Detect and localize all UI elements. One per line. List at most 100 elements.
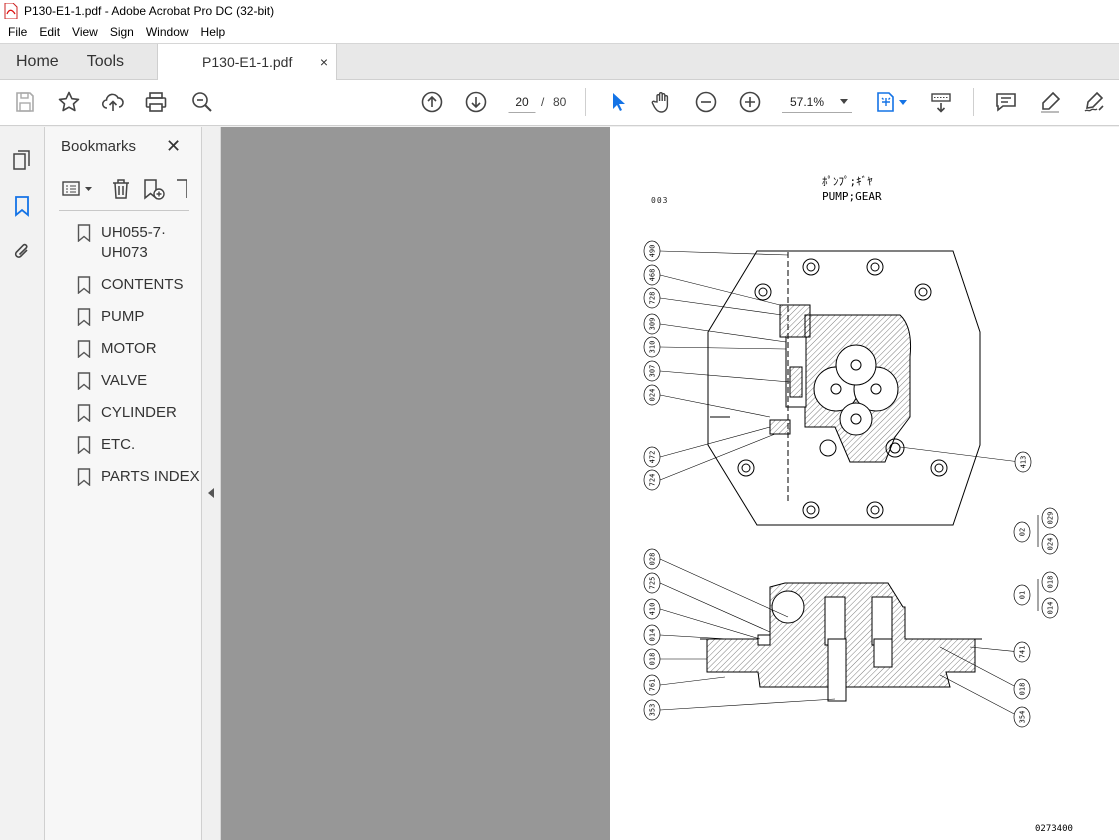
more-tools-icon[interactable] [175, 177, 187, 201]
svg-text:014: 014 [649, 629, 657, 642]
tab-tools[interactable]: Tools [73, 44, 138, 79]
bookmark-label: VALVE [101, 372, 148, 389]
menu-view[interactable]: View [66, 22, 104, 43]
collapse-panel-handle[interactable] [202, 127, 221, 840]
svg-text:725: 725 [649, 577, 657, 590]
bookmark-icon [77, 340, 91, 358]
zoom-level-value: 57.1% [790, 94, 825, 109]
bookmarks-panel: Bookmarks ✕ UH055-7·UH073 CONTENTS PUMP [45, 127, 202, 840]
bookmark-item[interactable]: MOTOR [77, 339, 202, 359]
bookmark-icon [77, 468, 91, 486]
svg-text:413: 413 [1020, 456, 1028, 469]
hand-icon[interactable] [650, 90, 674, 114]
chevron-down-icon[interactable] [899, 100, 907, 106]
star-icon[interactable] [57, 90, 81, 114]
svg-text:307: 307 [649, 365, 657, 378]
svg-text:01: 01 [1019, 591, 1027, 599]
tab-document[interactable]: P130-E1-1.pdf × [157, 44, 338, 80]
acrobat-pdf-icon [4, 3, 18, 19]
callout-group-02: 02 029 024 [1013, 507, 1059, 555]
page-down-icon[interactable] [464, 90, 488, 114]
bookmark-icon [77, 372, 91, 390]
bookmark-label: CONTENTS [101, 276, 184, 293]
tab-home[interactable]: Home [0, 44, 73, 79]
bookmark-item[interactable]: UH055-7· UH073 [77, 223, 202, 263]
print-icon[interactable] [144, 90, 168, 114]
menu-sign[interactable]: Sign [104, 22, 140, 43]
svg-text:02: 02 [1019, 528, 1027, 536]
attachments-icon[interactable] [10, 240, 34, 264]
bookmark-label: UH055-7· UH073 [101, 224, 167, 261]
close-panel-icon[interactable]: ✕ [166, 137, 181, 155]
callouts-right-bottom: 741 018 354 [1013, 641, 1031, 728]
window-title: P130-E1-1.pdf - Adobe Acrobat Pro DC (32… [24, 4, 275, 18]
svg-text:014: 014 [1047, 602, 1055, 615]
bookmark-item[interactable]: CONTENTS [77, 275, 202, 295]
svg-text:309: 309 [649, 318, 657, 331]
fit-page-icon[interactable] [874, 90, 898, 114]
bookmark-label: CYLINDER [101, 404, 177, 421]
new-bookmark-icon[interactable] [141, 177, 165, 201]
sign-icon[interactable] [1082, 90, 1106, 114]
callouts-left-top: 490 468 728 309 310 307 024 472 724 [643, 240, 661, 491]
close-tab-icon[interactable]: × [320, 54, 328, 70]
options-menu-icon[interactable] [61, 177, 95, 201]
svg-text:761: 761 [649, 679, 657, 692]
bookmark-icon [77, 436, 91, 454]
menu-file[interactable]: File [2, 22, 33, 43]
page-number-input[interactable] [508, 91, 536, 113]
bookmark-tools [59, 175, 189, 211]
bookmark-label: PUMP [101, 308, 145, 325]
pump-side-view [700, 582, 982, 702]
highlight-icon[interactable] [1038, 90, 1062, 114]
select-cursor-icon[interactable] [606, 90, 630, 114]
bookmark-label: PARTS INDEX [101, 468, 200, 485]
bookmark-item[interactable]: PUMP [77, 307, 202, 327]
page-separator: / [541, 95, 545, 109]
bookmark-icon [77, 308, 91, 326]
svg-text:741: 741 [1019, 646, 1027, 659]
bookmark-item[interactable]: PARTS INDEX [77, 467, 202, 487]
bookmark-list: UH055-7· UH073 CONTENTS PUMP MOTOR VALVE … [77, 223, 202, 499]
upload-icon[interactable] [101, 90, 125, 114]
zoom-search-icon[interactable] [190, 90, 214, 114]
bookmark-item[interactable]: CYLINDER [77, 403, 202, 423]
zoom-out-icon[interactable] [694, 90, 718, 114]
total-pages: 80 [553, 95, 567, 109]
svg-text:018: 018 [1047, 576, 1055, 589]
pump-top-view [707, 250, 981, 526]
page-thumbnails-icon[interactable] [10, 148, 34, 172]
tab-bar: Home Tools P130-E1-1.pdf × [0, 43, 1119, 80]
menu-edit[interactable]: Edit [33, 22, 66, 43]
comment-icon[interactable] [994, 90, 1018, 114]
svg-text:728: 728 [649, 292, 657, 305]
document-tab-label: P130-E1-1.pdf [202, 54, 293, 70]
document-view[interactable]: ﾎﾟﾝﾌﾟ;ｷﾞﾔ PUMP;GEAR 003 0273400 490 468 … [221, 127, 1119, 840]
svg-text:354: 354 [1019, 711, 1027, 724]
bookmarks-panel-icon[interactable] [10, 194, 34, 218]
bookmark-item[interactable]: VALVE [77, 371, 202, 391]
delete-bookmark-icon[interactable] [109, 177, 133, 201]
svg-text:353: 353 [649, 704, 657, 717]
save-icon[interactable] [13, 90, 37, 114]
scroll-mode-icon[interactable] [929, 90, 953, 114]
svg-text:468: 468 [649, 269, 657, 282]
callout-right-top: 413 [1014, 451, 1032, 473]
menu-window[interactable]: Window [140, 22, 195, 43]
bookmark-label: ETC. [101, 436, 136, 453]
svg-text:024: 024 [649, 389, 657, 402]
title-bar: P130-E1-1.pdf - Adobe Acrobat Pro DC (32… [0, 0, 1119, 22]
bookmark-icon [77, 276, 91, 294]
zoom-in-icon[interactable] [738, 90, 762, 114]
page-up-icon[interactable] [420, 90, 444, 114]
bookmark-item[interactable]: ETC. [77, 435, 202, 455]
callouts-left-bottom: 028 725 410 014 018 761 353 [643, 548, 661, 721]
svg-text:724: 724 [649, 474, 657, 487]
zoom-level-select[interactable]: 57.1% [782, 91, 852, 113]
pdf-page[interactable]: ﾎﾟﾝﾌﾟ;ｷﾞﾔ PUMP;GEAR 003 0273400 490 468 … [610, 127, 1119, 840]
svg-text:029: 029 [1047, 512, 1055, 525]
svg-text:490: 490 [649, 245, 657, 258]
svg-text:410: 410 [649, 603, 657, 616]
svg-text:018: 018 [649, 653, 657, 666]
menu-help[interactable]: Help [195, 22, 232, 43]
